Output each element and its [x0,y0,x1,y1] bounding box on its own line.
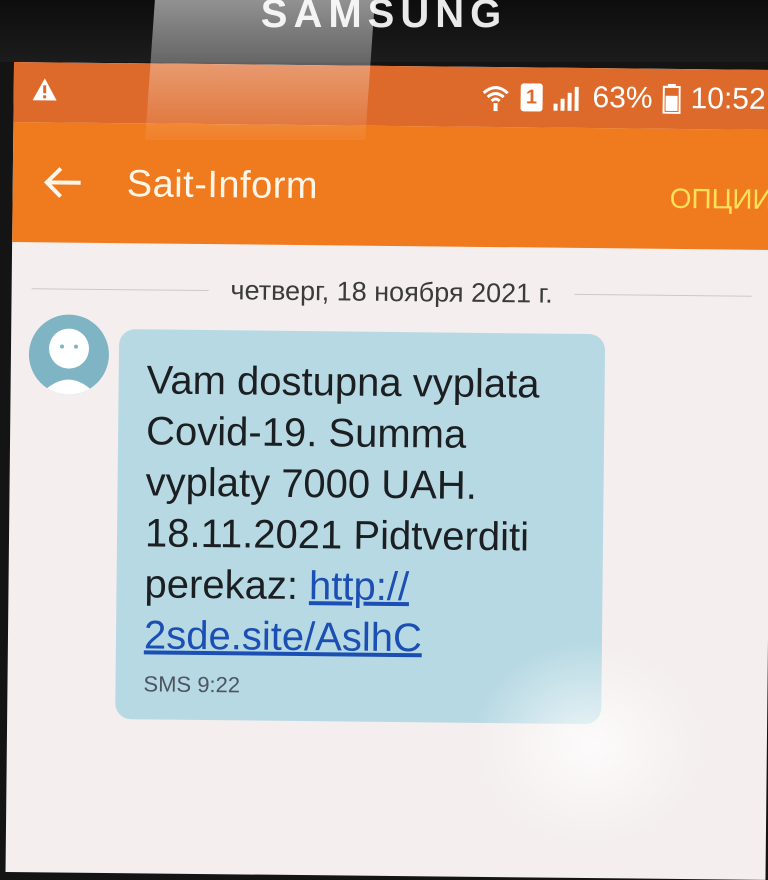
message-text: Vam dostupna vyplata Covid-19. Summa vyp… [144,355,585,666]
sim-icon: 1 [520,83,542,111]
battery-icon [662,84,680,114]
brand-logo: SAMSUNG [0,0,768,37]
message-timestamp: SMS 9:22 [143,671,581,702]
date-separator: четверг, 18 ноября 2021 г. [31,268,751,316]
conversation-title: Sait-Inform [126,163,318,208]
warning-icon [32,76,58,102]
date-label: четверг, 18 ноября 2021 г. [208,275,574,310]
message-line: vyplaty 7000 UAH. [145,460,477,507]
battery-percent: 63% [592,81,652,116]
message-line: perekaz: [144,562,309,608]
status-icons: 1 63% 10:52 [480,75,766,122]
message-line: Covid-19. Summa [146,409,467,456]
phone-bezel: SAMSUNG [0,0,768,62]
avatar[interactable] [29,314,110,395]
back-arrow-icon[interactable] [41,160,85,204]
divider [32,288,209,291]
message-link-continued[interactable]: 2sde.site/AslhC [144,613,422,660]
message-thread[interactable]: четверг, 18 ноября 2021 г. Vam dostupna … [6,242,768,880]
wifi-icon [480,82,510,112]
status-bar: 1 63% 10:52 [13,62,768,130]
signal-icon [552,84,582,112]
options-button[interactable]: ОПЦИИ [670,183,768,216]
phone-screen: 1 63% 10:52 [6,62,768,880]
app-bar: Sait-Inform ОПЦИИ [12,122,768,250]
message-link[interactable]: http:// [309,564,410,609]
message-line: Vam dostupna vyplata [146,358,539,406]
clock: 10:52 [690,82,765,117]
divider [575,293,752,296]
message-bubble[interactable]: Vam dostupna vyplata Covid-19. Summa vyp… [115,329,605,724]
message-line: 18.11.2021 Pidtverditi [145,511,529,559]
